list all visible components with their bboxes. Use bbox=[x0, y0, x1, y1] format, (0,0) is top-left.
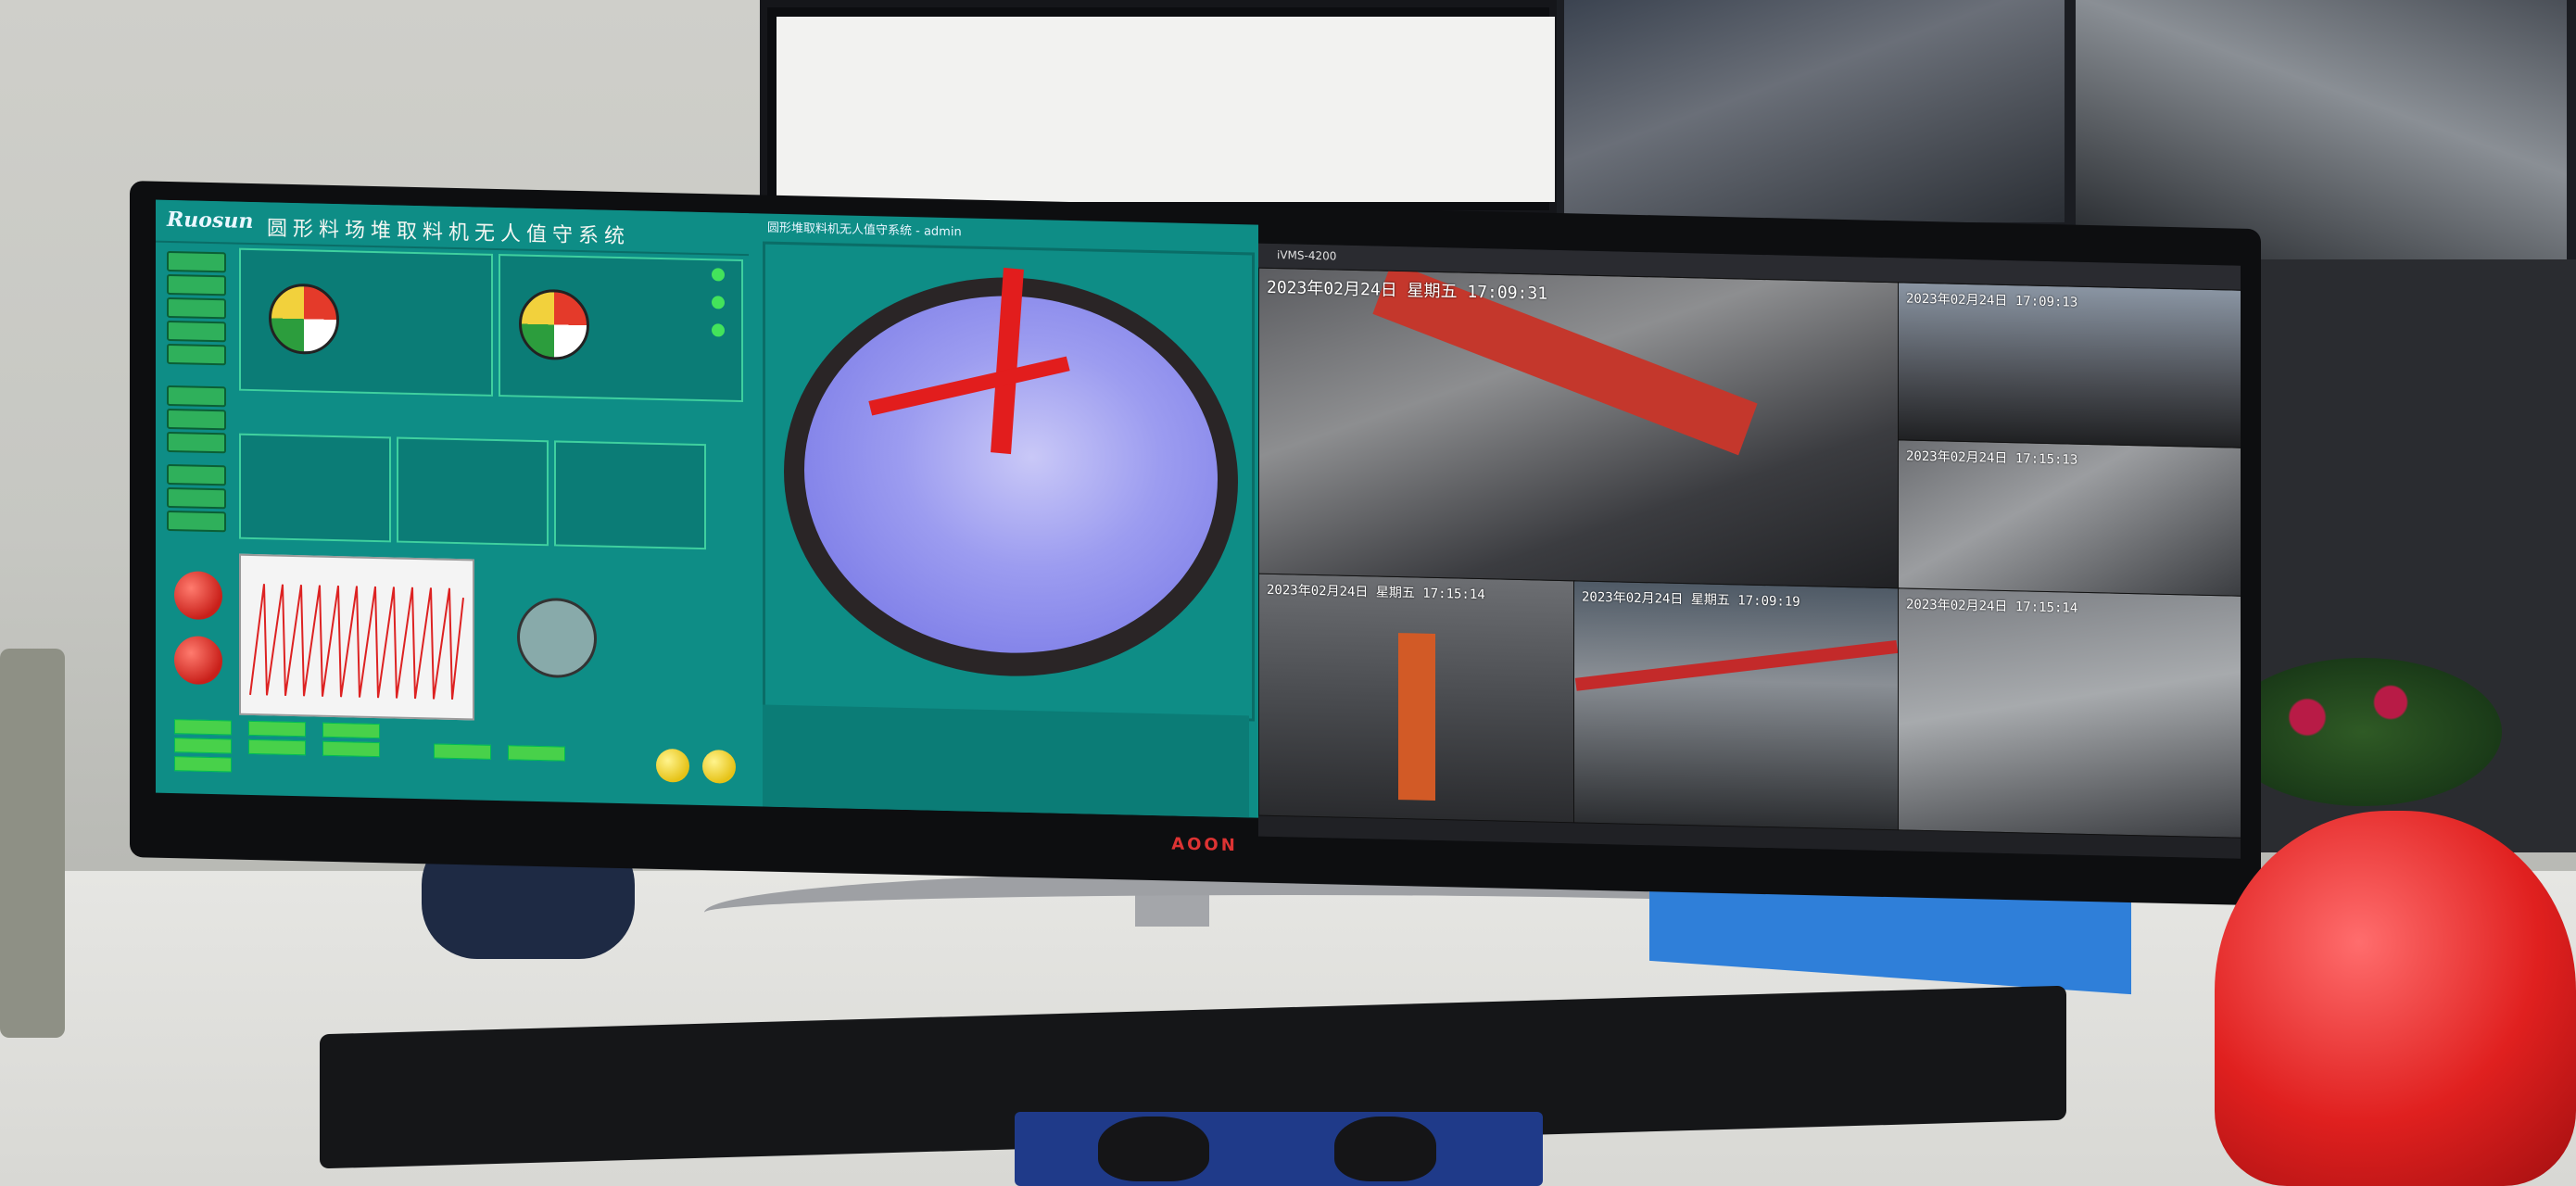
camera-monitoring-screen: iVMS-4200 2023年02月24日 星期五 17:09:31 2023年… bbox=[1258, 243, 2241, 859]
mouse bbox=[1098, 1117, 1209, 1181]
water-bottle bbox=[0, 649, 65, 1038]
stop-button[interactable] bbox=[174, 636, 222, 686]
app-title: 圆形料场堆取料机无人值守系统 bbox=[267, 217, 631, 249]
nav-button[interactable] bbox=[167, 431, 226, 454]
reset-button[interactable] bbox=[702, 750, 736, 784]
red-hard-hat bbox=[2215, 811, 2576, 1186]
position-panel bbox=[239, 433, 391, 543]
viewer-title: 圆形堆取料机无人值守系统 - admin bbox=[767, 221, 962, 240]
background-control-monitor bbox=[760, 0, 1557, 218]
camera-timestamp: 2023年02月24日 17:09:13 bbox=[1906, 291, 2078, 310]
ruosun-logo: Ruosun bbox=[167, 207, 254, 234]
nav-button[interactable] bbox=[167, 385, 226, 408]
control-button[interactable] bbox=[174, 738, 232, 754]
control-button[interactable] bbox=[174, 756, 232, 773]
mouse bbox=[1334, 1117, 1436, 1181]
red-girder bbox=[1574, 639, 1899, 691]
camera-feed-5[interactable]: 2023年02月24日 星期五 17:09:19 bbox=[1573, 580, 1900, 831]
camera-feed-6[interactable]: 2023年02月24日 17:15:14 bbox=[1898, 587, 2241, 839]
device-tree-panel bbox=[763, 704, 1249, 818]
camera-timestamp: 2023年02月24日 星期五 17:09:31 bbox=[1267, 277, 1548, 304]
camera-feed-2[interactable]: 2023年02月24日 17:09:13 bbox=[1898, 282, 2241, 449]
nav-button[interactable] bbox=[167, 510, 226, 533]
camera-timestamp: 2023年02月24日 星期五 17:15:14 bbox=[1267, 582, 1485, 603]
control-button[interactable] bbox=[248, 720, 306, 738]
bucket-wheel bbox=[1398, 633, 1435, 801]
direction-dial bbox=[517, 597, 597, 679]
camera-feed-4[interactable]: 2023年02月24日 星期五 17:15:14 bbox=[1258, 573, 1575, 824]
camera-timestamp: 2023年02月24日 17:15:14 bbox=[1906, 597, 2078, 616]
status-indicator bbox=[712, 323, 725, 337]
camera-timestamp: 2023年02月24日 星期五 17:09:19 bbox=[1582, 589, 1800, 610]
nav-button[interactable] bbox=[167, 343, 226, 366]
position-panel bbox=[397, 436, 549, 547]
nav-button[interactable] bbox=[167, 320, 226, 343]
plant bbox=[2224, 658, 2502, 806]
emergency-stop-button[interactable] bbox=[174, 571, 222, 621]
camera-feed-3[interactable]: 2023年02月24日 17:15:13 bbox=[1898, 439, 2241, 598]
camera-feed-1[interactable]: 2023年02月24日 星期五 17:09:31 bbox=[1258, 267, 1900, 590]
stacker-status-panel bbox=[239, 247, 493, 397]
nav-button[interactable] bbox=[167, 250, 226, 273]
camera-feed-platform bbox=[2076, 0, 2567, 259]
camera-feed-conveyor bbox=[1564, 0, 2065, 222]
nav-button[interactable] bbox=[167, 273, 226, 296]
status-indicator bbox=[712, 268, 725, 282]
status-wheel bbox=[519, 288, 589, 361]
control-button[interactable] bbox=[434, 743, 491, 760]
status-wheel bbox=[269, 283, 339, 356]
camera-timestamp: 2023年02月24日 17:15:13 bbox=[1906, 448, 2078, 468]
mouse-pad bbox=[1015, 1112, 1543, 1186]
position-panel bbox=[554, 440, 706, 550]
control-button[interactable] bbox=[322, 722, 380, 739]
reclaimer-status-panel bbox=[499, 254, 743, 403]
camera-app-title: iVMS-4200 bbox=[1277, 248, 1337, 263]
control-button[interactable] bbox=[508, 745, 565, 762]
trend-line bbox=[249, 584, 464, 700]
start-button[interactable] bbox=[656, 748, 689, 783]
control-button[interactable] bbox=[322, 740, 380, 758]
stacker-control-screen: Ruosun 圆形料场堆取料机无人值守系统 圆形堆取料机无人值守系统 - adm… bbox=[156, 199, 1258, 818]
control-button[interactable] bbox=[248, 738, 306, 756]
ultrawide-monitor: Ruosun 圆形料场堆取料机无人值守系统 圆形堆取料机无人值守系统 - adm… bbox=[130, 181, 2261, 906]
nav-button[interactable] bbox=[167, 408, 226, 431]
3d-stockyard-viewer[interactable] bbox=[763, 241, 1255, 722]
monitor-brand: AOON bbox=[1171, 834, 1238, 856]
control-diagram-screen bbox=[777, 17, 1555, 202]
nav-button[interactable] bbox=[167, 486, 226, 510]
trend-chart bbox=[239, 553, 474, 721]
status-indicator bbox=[712, 296, 725, 309]
nav-button[interactable] bbox=[167, 463, 226, 486]
control-button[interactable] bbox=[174, 719, 232, 736]
nav-button[interactable] bbox=[167, 296, 226, 320]
